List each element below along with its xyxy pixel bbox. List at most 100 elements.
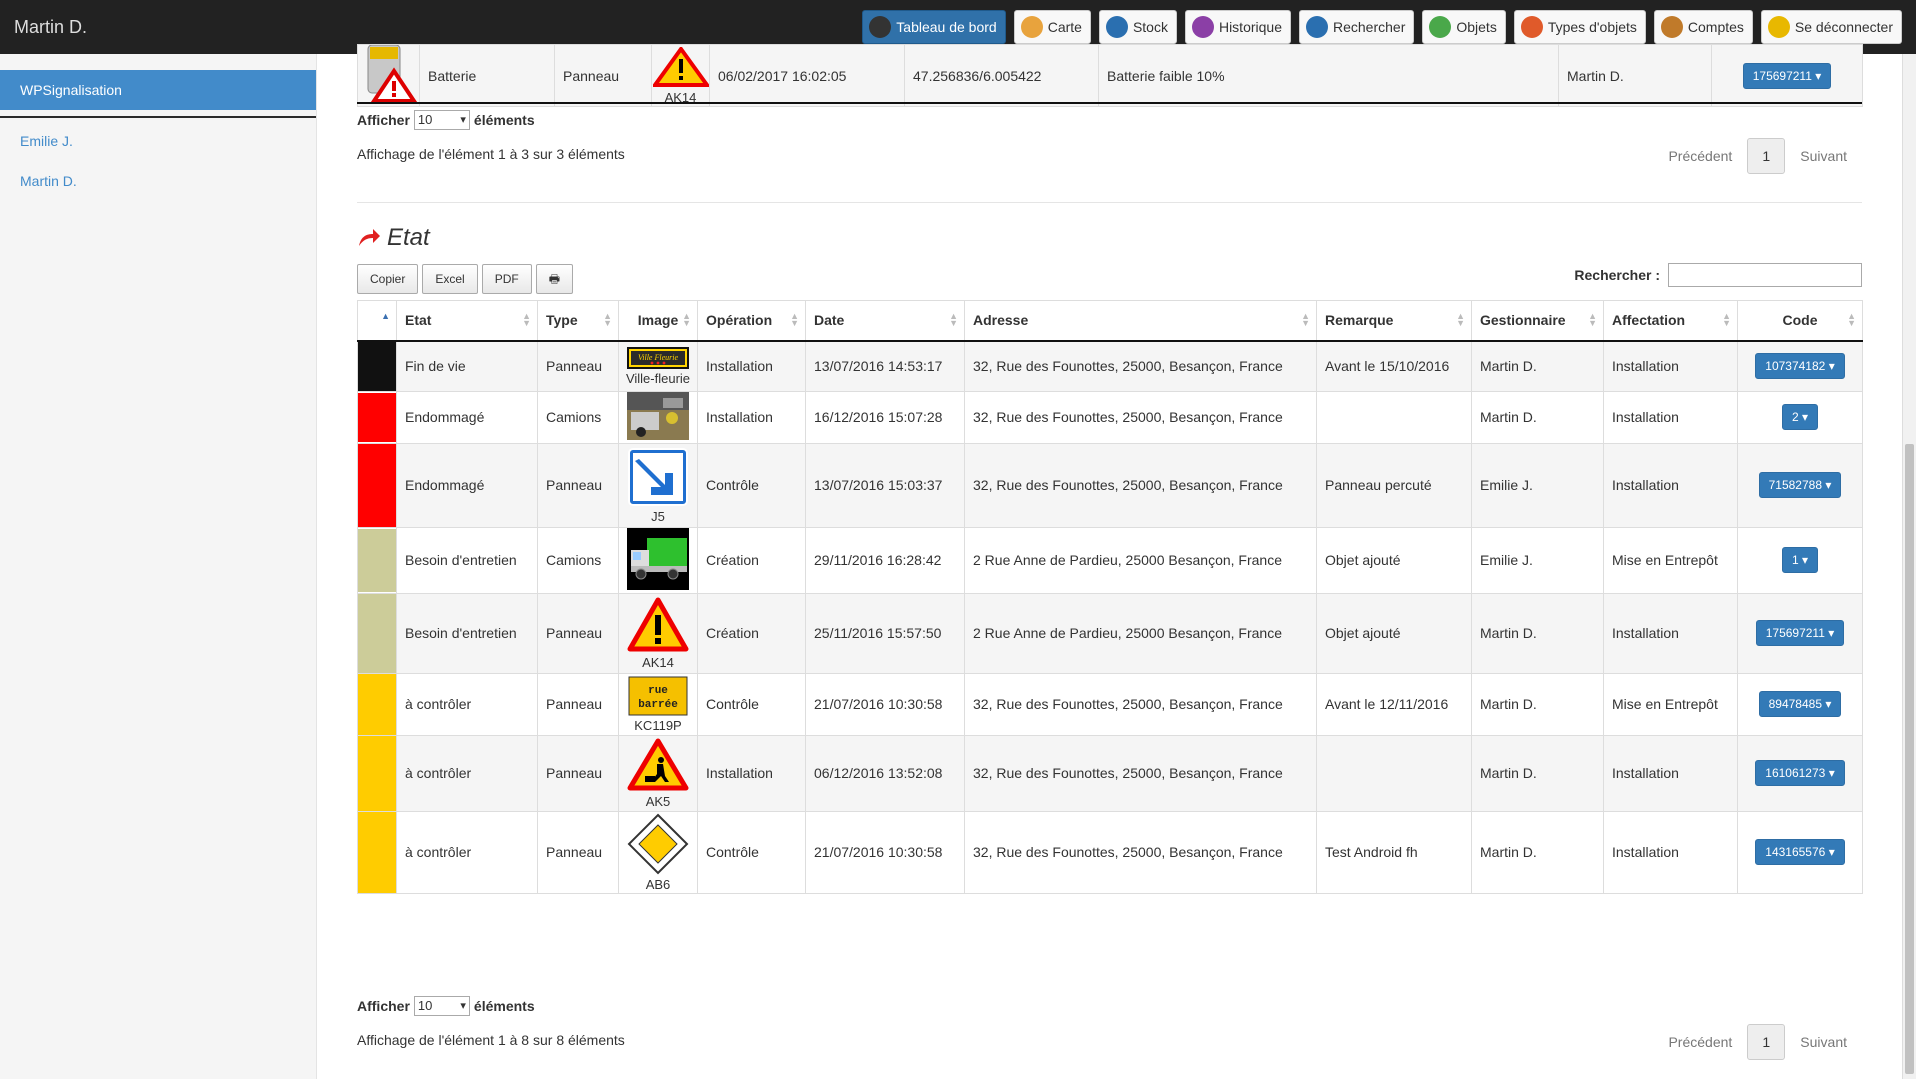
nav-button-object-types[interactable]: Types d'objets — [1513, 10, 1646, 44]
cell-address: 32, Rue des Founottes, 25000, Besançon, … — [964, 810, 1317, 894]
sidebar-item-martin[interactable]: Martin D. — [20, 173, 77, 189]
excel-button[interactable]: Excel — [422, 264, 478, 294]
etat-table: ▲ Etat ▲ ▼ Type ▲ ▼ Image ▲ ▼ Opération ▲ ▼ Date ▲ ▼ Adr… — [357, 300, 1863, 894]
export-toolbar: Copier Excel PDF 🖶 — [357, 264, 574, 294]
table-row[interactable]: Besoin d'entretien Camions Création 29/11/2… — [357, 526, 1863, 594]
cell-remark: Panneau percuté — [1316, 442, 1472, 528]
cell-image: AK14 — [618, 592, 698, 674]
prev-button[interactable]: Précédent — [1653, 148, 1747, 164]
search-input[interactable] — [1668, 263, 1862, 287]
code-dropdown-button[interactable]: 1 ▾ — [1781, 547, 1819, 573]
cell-etat: à contrôler — [396, 672, 538, 736]
cart-icon — [1105, 16, 1128, 38]
cell-date: 29/11/2016 16:28:42 — [805, 526, 965, 594]
status-color-swatch — [358, 594, 396, 672]
code-dropdown-button[interactable]: 71582788 ▾ — [1758, 472, 1842, 498]
image-caption: AK14 — [642, 654, 674, 670]
print-button[interactable]: 🖶 — [535, 264, 574, 294]
user-brand[interactable]: Martin D. — [0, 17, 300, 38]
svg-text:Ville Fleurie: Ville Fleurie — [638, 353, 679, 362]
cell-remark — [1316, 390, 1472, 444]
nav-button-cart[interactable]: Stock — [1098, 10, 1177, 44]
nav-button-map[interactable]: Carte — [1013, 10, 1091, 44]
code-dropdown-button[interactable]: 89478485 ▾ — [1758, 691, 1842, 717]
code-dropdown-button[interactable]: 175697211 ▾ — [1755, 620, 1845, 646]
prev-button[interactable]: Précédent — [1653, 1034, 1747, 1050]
column-header-8[interactable]: Gestionnaire ▲ ▼ — [1471, 300, 1604, 342]
cell-image: AK5 — [618, 734, 698, 812]
cell-operation: Contrôle — [697, 442, 806, 528]
etat-section-title: Etat — [357, 224, 430, 252]
code-label: 175697211 — [1765, 626, 1825, 640]
nav-button-label: Stock — [1132, 19, 1168, 35]
next-button[interactable]: Suivant — [1785, 148, 1862, 164]
cell-etat: Besoin d'entretien — [396, 592, 538, 674]
column-header-6[interactable]: Adresse ▲ ▼ — [964, 300, 1317, 342]
column-header-3[interactable]: Image ▲ ▼ — [618, 300, 698, 342]
code-dropdown-button[interactable]: 2 ▾ — [1781, 404, 1819, 430]
code-dropdown-button[interactable]: 107374182 ▾ — [1755, 353, 1845, 379]
length-select[interactable]: 10 — [413, 996, 470, 1016]
page-1-button[interactable]: 1 — [1747, 1024, 1786, 1060]
image-caption: Ville-fleurie — [625, 370, 691, 386]
svg-text:rue: rue — [648, 685, 668, 697]
nav-button-logout[interactable]: Se déconnecter — [1760, 10, 1902, 44]
table-row[interactable]: à contrôler Panneau AK5 Installation 06/12/2… — [357, 734, 1863, 812]
sort-icon: ▲ ▼ — [1722, 311, 1731, 328]
map-icon — [1020, 16, 1043, 38]
cell-code: 107374182 ▾ — [1737, 340, 1863, 392]
code-dropdown-button[interactable]: 161061273 ▾ — [1755, 760, 1845, 786]
object-types-icon — [1520, 16, 1543, 38]
page-1-button[interactable]: 1 — [1747, 138, 1786, 174]
status-color-cell — [357, 390, 397, 444]
column-header-4[interactable]: Opération ▲ ▼ — [697, 300, 806, 342]
sort-icon: ▲ ▼ — [949, 311, 958, 328]
sort-icon: ▲ ▼ — [1301, 311, 1310, 328]
status-color-swatch — [358, 444, 396, 526]
table-row[interactable]: Endommagé Panneau J5 Contrôle 13/07/2016 15:… — [357, 442, 1863, 528]
table-row[interactable]: Fin de vie Panneau Ville Fleurie Ville-fleu… — [357, 340, 1863, 392]
sidebar-divider — [0, 116, 316, 118]
length-select[interactable]: 10 — [413, 110, 470, 130]
cell-remark: Objet ajouté — [1316, 526, 1472, 594]
pdf-button[interactable]: PDF — [481, 264, 532, 294]
code-dropdown-button[interactable]: 143165576 ▾ — [1755, 839, 1845, 865]
table-row[interactable]: à contrôler Panneau rue barrée KC119P Contrôl… — [357, 672, 1863, 736]
scrollbar-thumb[interactable] — [1905, 444, 1914, 1074]
sidebar-item-wpsignalisation[interactable]: WPSignalisation — [0, 70, 316, 110]
print-icon: 🖶 — [548, 272, 561, 286]
cell-affectation: Mise en Entrepôt — [1603, 672, 1738, 736]
cell-date: 16/12/2016 15:07:28 — [805, 390, 965, 444]
battery-date: 06/02/2017 16:02:05 — [709, 44, 905, 107]
cell-address: 2 Rue Anne de Pardieu, 25000 Besançon, F… — [964, 526, 1317, 594]
cell-code: 175697211 ▾ — [1737, 592, 1863, 674]
column-header-7[interactable]: Remarque ▲ ▼ — [1316, 300, 1472, 342]
nav-button-search[interactable]: Rechercher — [1298, 10, 1415, 44]
sidebar-item-emilie[interactable]: Emilie J. — [20, 133, 73, 149]
search-label: Rechercher : — [1574, 267, 1660, 283]
table-header-row: ▲ Etat ▲ ▼ Type ▲ ▼ Image ▲ ▼ Opération ▲ ▼ Date ▲ ▼ Adr… — [357, 300, 1863, 342]
column-header-color[interactable]: ▲ — [357, 300, 397, 342]
code-dropdown-button[interactable]: 175697211 ▾ — [1742, 62, 1832, 89]
table-row[interactable]: Besoin d'entretien Panneau AK14 Création 25/… — [357, 592, 1863, 674]
code-label: 161061273 — [1765, 766, 1826, 780]
copy-button[interactable]: Copier — [357, 264, 419, 294]
column-header-1[interactable]: Etat ▲ ▼ — [396, 300, 538, 342]
table-row[interactable]: Endommagé Camions Installation 16/12/2016 1… — [357, 390, 1863, 444]
table-row[interactable]: à contrôler Panneau AB6 Contrôle 21/07/2016 … — [357, 810, 1863, 894]
column-header-10[interactable]: Code ▲ ▼ — [1737, 300, 1863, 342]
cell-date: 21/07/2016 10:30:58 — [805, 672, 965, 736]
cell-operation: Contrôle — [697, 672, 806, 736]
length-control-top: Afficher 10 éléments — [357, 110, 535, 130]
column-header-9[interactable]: Affectation ▲ ▼ — [1603, 300, 1738, 342]
nav-button-objects[interactable]: Objets — [1422, 10, 1506, 44]
status-color-cell — [357, 526, 397, 594]
column-header-5[interactable]: Date ▲ ▼ — [805, 300, 965, 342]
battery-code-cell: 175697211 ▾ — [1711, 44, 1863, 107]
next-button[interactable]: Suivant — [1785, 1034, 1862, 1050]
nav-button-accounts[interactable]: Comptes — [1653, 10, 1753, 44]
column-header-2[interactable]: Type ▲ ▼ — [537, 300, 619, 342]
nav-button-history[interactable]: Historique — [1184, 10, 1291, 44]
nav-button-dashboard[interactable]: Tableau de bord — [862, 10, 1006, 44]
page-scrollbar[interactable] — [1902, 54, 1916, 1079]
